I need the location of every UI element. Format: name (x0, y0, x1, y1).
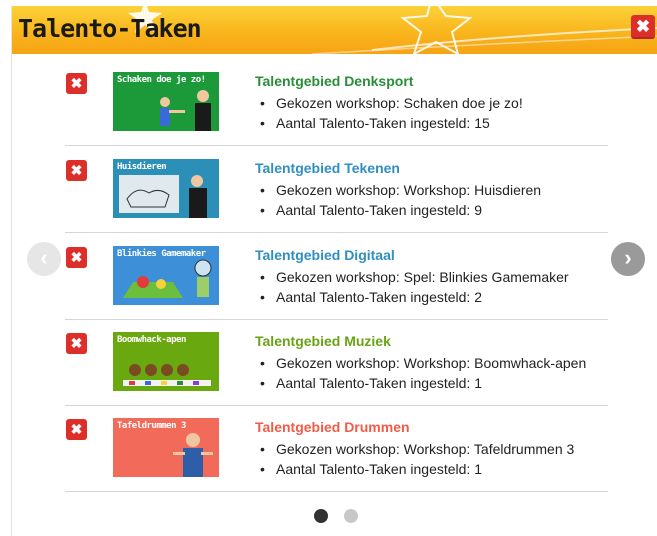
pager-dot-active[interactable] (314, 509, 328, 523)
workshop-thumbnail[interactable]: Blinkies Gamemaker (113, 246, 219, 305)
thumbnail-label: Blinkies Gamemaker (117, 249, 206, 259)
talent-area-title: Talentgebied Digitaal (255, 247, 395, 263)
dialog-header: Talento-Taken ✖ (12, 6, 657, 54)
thumbnail-label: Tafeldrummen 3 (117, 421, 186, 431)
talent-area-title: Talentgebied Drummen (255, 419, 410, 435)
workshop-thumbnail[interactable]: Schaken doe je zo! (113, 72, 219, 131)
close-button[interactable]: ✖ (631, 15, 655, 39)
workshop-thumbnail[interactable]: Tafeldrummen 3 (113, 418, 219, 477)
delete-button[interactable]: ✖ (66, 73, 87, 94)
workshop-text: • Gekozen workshop: Workshop: Boomwhack-a… (260, 355, 587, 371)
pager-dot[interactable] (344, 509, 358, 523)
thumbnail-label: Boomwhack-apen (117, 335, 186, 345)
thumbnail-label: Huisdieren (117, 162, 167, 172)
task-count-text: • Aantal Talento-Taken ingesteld: 15 (260, 115, 490, 131)
dialog-title: Talento-Taken (18, 14, 202, 43)
carousel-prev-button[interactable]: ‹ (27, 242, 61, 276)
task-count-text: • Aantal Talento-Taken ingesteld: 1 (260, 375, 482, 391)
talent-area-title: Talentgebied Tekenen (255, 160, 400, 176)
chevron-right-icon: › (624, 245, 632, 270)
workshop-thumbnail[interactable]: Boomwhack-apen (113, 332, 219, 391)
task-count-text: • Aantal Talento-Taken ingesteld: 1 (260, 461, 482, 477)
workshop-thumbnail[interactable]: Huisdieren (113, 159, 219, 218)
talent-area-title: Talentgebied Denksport (255, 73, 414, 89)
chevron-left-icon: ‹ (40, 245, 48, 270)
list-item: ✖ Blinkies Gamemaker Talentgebied Digita… (65, 233, 608, 320)
list-item: ✖ Schaken doe je zo! Talentgebied Denksp… (65, 59, 608, 146)
workshop-text: • Gekozen workshop: Schaken doe je zo! (260, 95, 523, 111)
list-item: ✖ Huisdieren Talentgebied Tekenen • Gekoz… (65, 146, 608, 233)
task-count-text: • Aantal Talento-Taken ingesteld: 2 (260, 289, 482, 305)
workshop-text: • Gekozen workshop: Workshop: Tafeldrumme… (260, 441, 575, 457)
carousel-next-button[interactable]: › (611, 242, 645, 276)
delete-button[interactable]: ✖ (66, 160, 87, 181)
workshop-text: • Gekozen workshop: Workshop: Huisdieren (260, 182, 542, 198)
delete-button[interactable]: ✖ (66, 247, 87, 268)
delete-button[interactable]: ✖ (66, 333, 87, 354)
task-count-text: • Aantal Talento-Taken ingesteld: 9 (260, 202, 482, 218)
list-item: ✖ Tafeldrummen 3 Talentgebied Drummen • G… (65, 405, 608, 492)
talento-taken-dialog: Talento-Taken ✖ ‹ › ✖ Schaken doe je zo!… (11, 6, 657, 536)
talent-area-title: Talentgebied Muziek (255, 333, 391, 349)
workshop-text: • Gekozen workshop: Spel: Blinkies Gamema… (260, 269, 569, 285)
list-item: ✖ Boomwhack-apen Talentgebied Muziek • Ge… (65, 319, 608, 406)
delete-button[interactable]: ✖ (66, 419, 87, 440)
thumbnail-label: Schaken doe je zo! (117, 75, 206, 85)
